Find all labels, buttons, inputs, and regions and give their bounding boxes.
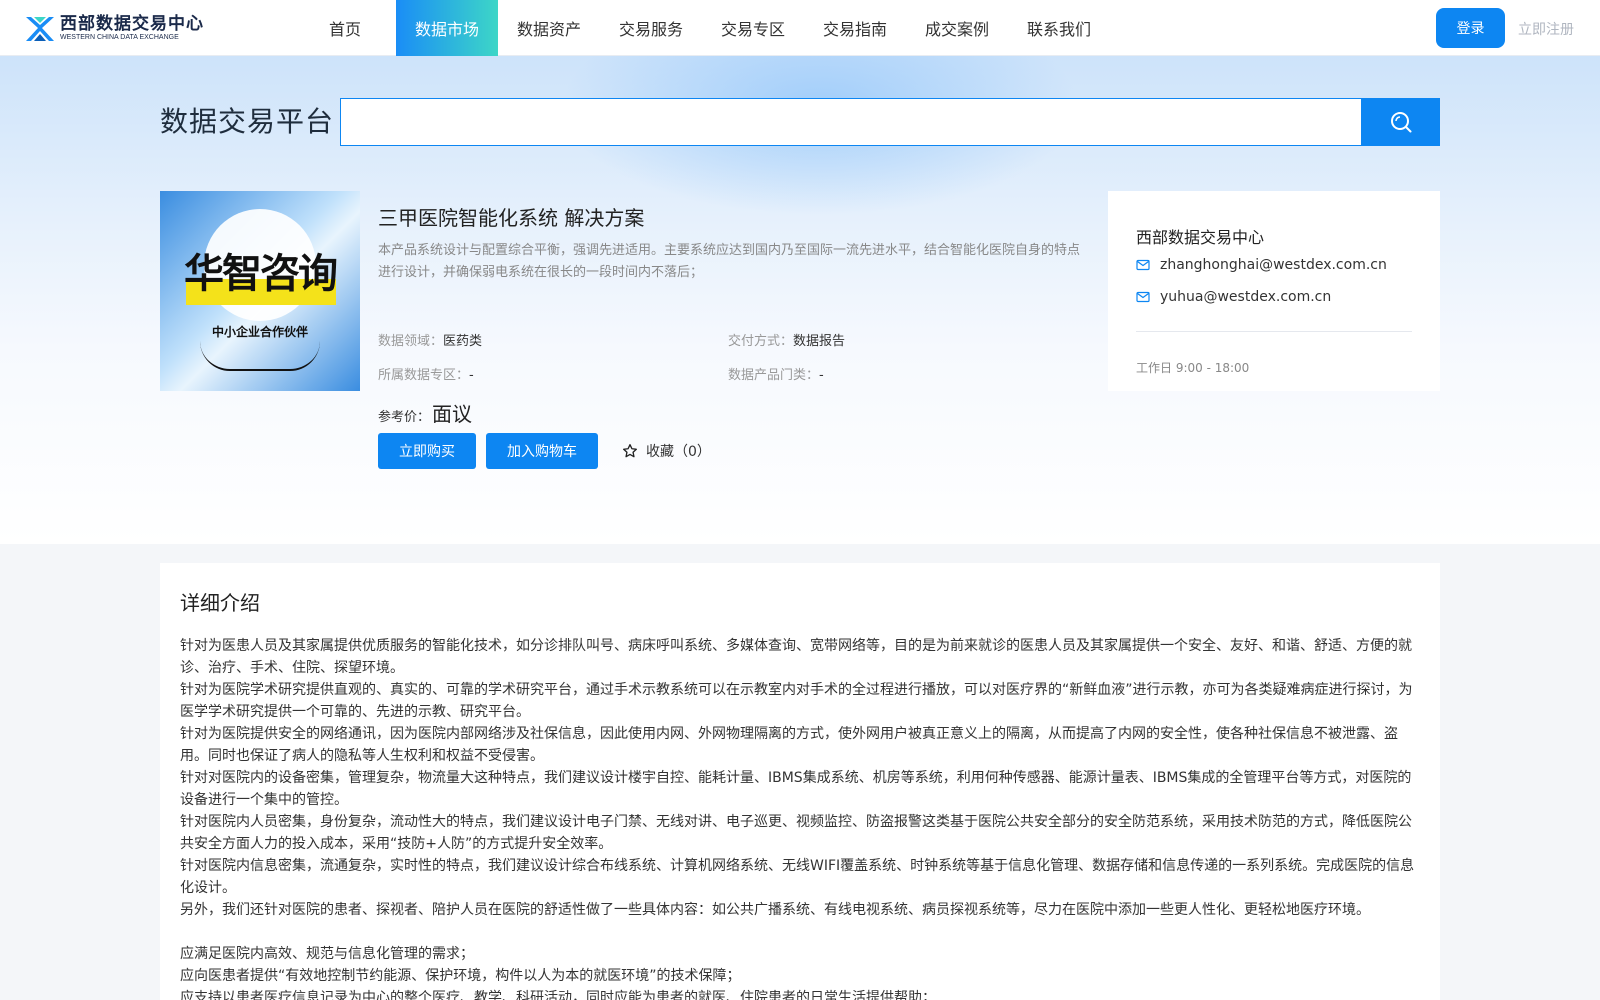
nav-item-trade-zones[interactable]: 交易专区 bbox=[702, 0, 804, 56]
site-logo[interactable]: 西部数据交易中心 WESTERN CHINA DATA EXCHANGE bbox=[24, 14, 204, 44]
search-input[interactable] bbox=[340, 98, 1362, 146]
product-title: 三甲医院智能化系统 解决方案 bbox=[378, 206, 645, 230]
detail-paragraph: 针对医院内信息密集，流通复杂，实时性的特点，我们建议设计综合布线系统、计算机网络… bbox=[180, 858, 1415, 896]
meta-data-zone: 所属数据专区：- bbox=[378, 364, 474, 383]
nav-item-contact-us[interactable]: 联系我们 bbox=[1008, 0, 1110, 56]
product-image-brand: 华智咨询 bbox=[184, 251, 338, 297]
platform-title: 数据交易平台 bbox=[160, 105, 335, 138]
nav-item-data-market[interactable]: 数据市场 bbox=[396, 0, 498, 56]
product-image-subtitle: 中小企业合作伙伴 bbox=[211, 325, 308, 339]
detail-spacer bbox=[180, 921, 1416, 943]
mail-icon bbox=[1136, 259, 1150, 271]
nav-item-data-assets[interactable]: 数据资产 bbox=[498, 0, 600, 56]
contact-hours: 工作日 9:00 - 18:00 bbox=[1136, 361, 1250, 375]
main-nav: 首页 数据市场 数据资产 交易服务 交易专区 交易指南 成交案例 联系我们 bbox=[294, 0, 1110, 56]
detail-paragraph: 针对为医院提供安全的网络通讯，因为医院内部网络涉及社保信息，因此使用内网、外网物… bbox=[180, 726, 1398, 764]
product-image-swoosh bbox=[200, 341, 320, 371]
meta-product-category: 数据产品门类：- bbox=[728, 364, 824, 383]
detail-paragraph: 针对对医院内的设备密集，管理复杂，物流量大这种特点，我们建议设计楼宇自控、能耗计… bbox=[180, 770, 1412, 808]
star-icon bbox=[623, 444, 637, 458]
meta-label: 所属数据专区： bbox=[378, 368, 470, 383]
top-navigation-bar: 西部数据交易中心 WESTERN CHINA DATA EXCHANGE 首页 … bbox=[0, 0, 1600, 56]
meta-label: 交付方式： bbox=[728, 334, 794, 349]
nav-item-home[interactable]: 首页 bbox=[294, 0, 396, 56]
detail-title: 详细介绍 bbox=[180, 591, 260, 615]
product-image: 华智咨询 中小企业合作伙伴 bbox=[160, 191, 360, 391]
detail-body: 针对为医患人员及其家属提供优质服务的智能化技术，如分诊排队叫号、病床呼叫系统、多… bbox=[180, 635, 1416, 1000]
add-to-cart-button[interactable]: 加入购物车 bbox=[486, 433, 598, 469]
favorite-label: 收藏（0） bbox=[646, 444, 711, 460]
contact-email-text: yuhua@westdex.com.cn bbox=[1160, 289, 1332, 305]
contact-email-1[interactable]: zhanghonghai@westdex.com.cn bbox=[1136, 257, 1387, 273]
reference-price: 参考价： 面议 bbox=[378, 398, 472, 427]
detail-paragraph: 针对医院内人员密集，身份复杂，流动性大的特点，我们建议设计电子门禁、无线对讲、电… bbox=[180, 814, 1412, 852]
detail-paragraph: 针对为医院学术研究提供直观的、真实的、可靠的学术研究平台，通过手术示教系统可以在… bbox=[180, 682, 1413, 720]
meta-value: 数据报告 bbox=[793, 334, 846, 349]
meta-value: - bbox=[819, 368, 824, 383]
search-button[interactable] bbox=[1361, 98, 1440, 146]
logo-text-en: WESTERN CHINA DATA EXCHANGE bbox=[60, 34, 179, 41]
meta-label: 数据领域： bbox=[378, 334, 444, 349]
contact-title: 西部数据交易中心 bbox=[1136, 228, 1265, 247]
detail-bullet: 应支持以患者医疗信息记录为中心的整个医疗、教学、科研活动，同时应能为患者的就医、… bbox=[180, 990, 936, 1000]
favorite-button[interactable]: 收藏（0） bbox=[622, 440, 711, 462]
detail-paragraph: 另外，我们还针对医院的患者、探视者、陪护人员在医院的舒适性做了一些具体内容：如公… bbox=[180, 902, 1370, 918]
meta-value: - bbox=[469, 368, 474, 383]
detail-section: 详细介绍 针对为医患人员及其家属提供优质服务的智能化技术，如分诊排队叫号、病床呼… bbox=[160, 563, 1440, 1000]
logo-text-cn: 西部数据交易中心 bbox=[60, 14, 204, 34]
product-description: 本产品系统设计与配置综合平衡，强调先进适用。主要系统应达到国内乃至国际一流先进水… bbox=[378, 243, 1081, 280]
meta-data-domain: 数据领域：医药类 bbox=[378, 330, 482, 349]
detail-paragraph: 针对为医患人员及其家属提供优质服务的智能化技术，如分诊排队叫号、病床呼叫系统、多… bbox=[180, 638, 1412, 676]
contact-card: 西部数据交易中心 zhanghonghai@westdex.com.cn yuh… bbox=[1108, 191, 1440, 391]
price-value: 面议 bbox=[432, 402, 473, 426]
meta-value: 医药类 bbox=[443, 334, 483, 349]
buy-now-button[interactable]: 立即购买 bbox=[378, 433, 476, 469]
contact-divider bbox=[1136, 331, 1412, 332]
mail-icon bbox=[1136, 291, 1150, 303]
price-label: 参考价： bbox=[378, 410, 431, 425]
meta-delivery-method: 交付方式：数据报告 bbox=[728, 330, 845, 349]
nav-item-cases[interactable]: 成交案例 bbox=[906, 0, 1008, 56]
nav-item-trade-services[interactable]: 交易服务 bbox=[600, 0, 702, 56]
logo-mark-icon bbox=[26, 17, 54, 41]
search-icon bbox=[1390, 112, 1411, 133]
contact-email-2[interactable]: yuhua@westdex.com.cn bbox=[1136, 289, 1331, 305]
contact-email-text: zhanghonghai@westdex.com.cn bbox=[1160, 257, 1387, 273]
detail-bullet: 应向医患者提供“有效地控制节约能源、保护环境，构件以人为本的就医环境”的技术保障… bbox=[180, 968, 741, 984]
detail-bullet: 应满足医院内高效、规范与信息化管理的需求； bbox=[180, 946, 474, 962]
meta-label: 数据产品门类： bbox=[728, 368, 820, 383]
register-link[interactable]: 立即注册 bbox=[1518, 19, 1574, 39]
nav-item-trade-guide[interactable]: 交易指南 bbox=[804, 0, 906, 56]
login-button[interactable]: 登录 bbox=[1436, 8, 1505, 48]
